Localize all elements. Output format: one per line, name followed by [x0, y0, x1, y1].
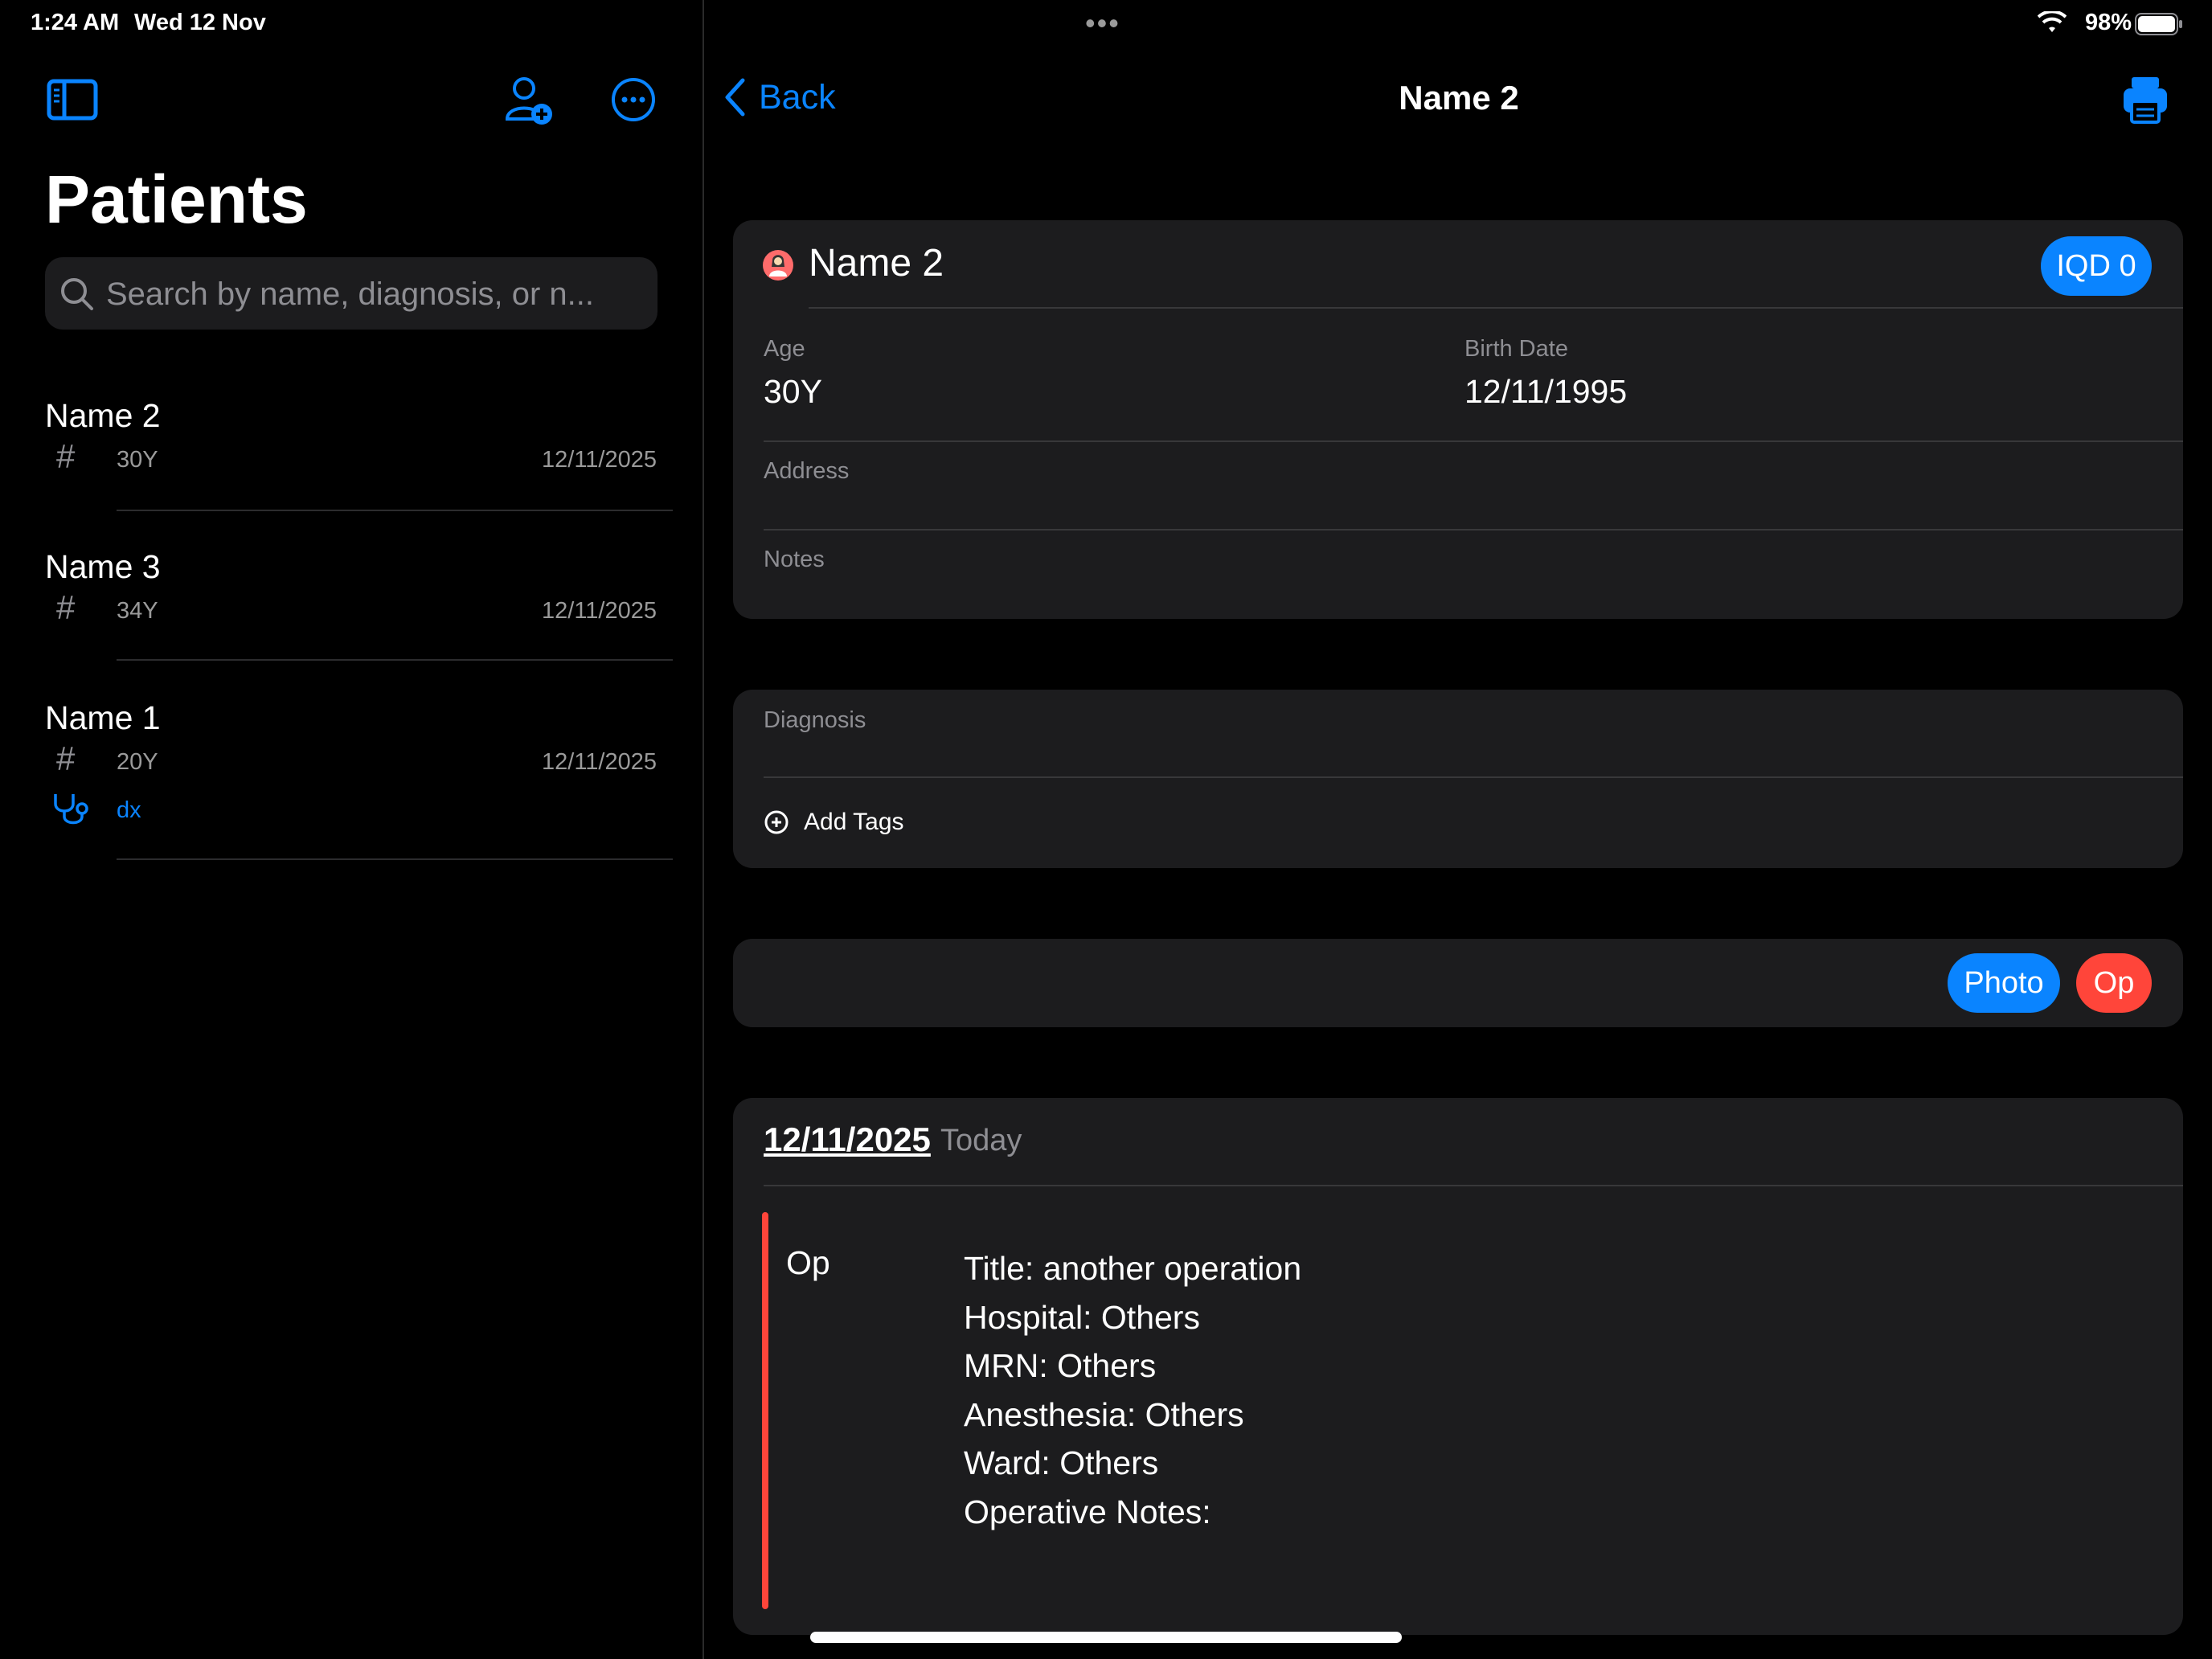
battery-percent: 98%: [2084, 10, 2132, 35]
patient-date: 12/11/2025: [542, 447, 657, 473]
entry-relative-date: Today: [940, 1124, 1022, 1157]
patient-date: 12/11/2025: [542, 749, 657, 775]
printer-icon[interactable]: [2122, 76, 2169, 124]
actions-card: Photo Op: [733, 939, 2183, 1027]
age-label: Age: [764, 336, 805, 362]
birth-date-value: 12/11/1995: [1464, 373, 1628, 410]
list-item-patient[interactable]: Name 3 # 34Y 12/11/2025: [0, 545, 703, 662]
nav-title: Name 2: [1399, 79, 1519, 117]
divider: [764, 440, 2183, 442]
entry-details[interactable]: Title: another operation Hospital: Other…: [964, 1244, 1301, 1536]
chevron-left-icon: [725, 78, 745, 117]
divider: [764, 776, 2183, 778]
patient-date: 12/11/2025: [542, 598, 657, 624]
address-label[interactable]: Address: [764, 458, 849, 485]
visit-entry-card: 12/11/2025 Today Op Title: another opera…: [733, 1098, 2183, 1635]
entry-line: Ward: Others: [964, 1444, 1159, 1481]
hash-icon: #: [56, 739, 76, 777]
divider: [764, 1185, 2183, 1186]
entry-line: Hospital: Others: [964, 1298, 1200, 1336]
hash-icon: #: [56, 588, 76, 626]
list-item-patient[interactable]: Name 1 # 20Y 12/11/2025 dx: [0, 696, 703, 865]
divider: [764, 529, 2183, 530]
op-button[interactable]: Op: [2076, 953, 2152, 1013]
patient-name: Name 3: [45, 548, 161, 585]
patient-name: Name 1: [45, 699, 161, 736]
patient-name: Name 2: [45, 397, 161, 434]
plus-circle-icon: [764, 810, 789, 834]
birth-date-label: Birth Date: [1464, 336, 1568, 362]
entry-line: Operative Notes:: [964, 1493, 1211, 1530]
add-tags-button[interactable]: Add Tags: [764, 809, 904, 836]
sidebar-toggle-icon[interactable]: [47, 79, 98, 121]
entry-line: MRN: Others: [964, 1347, 1157, 1384]
age-value: 30Y: [764, 373, 822, 410]
balance-badge[interactable]: IQD 0: [2041, 236, 2152, 296]
entry-line: Anesthesia: Others: [964, 1395, 1244, 1433]
wifi-icon: [2038, 11, 2067, 32]
divider: [117, 510, 673, 511]
entry-line: Title: another operation: [964, 1250, 1302, 1287]
diagnosis-label[interactable]: Diagnosis: [764, 707, 866, 734]
divider: [117, 858, 673, 860]
photo-button[interactable]: Photo: [1948, 953, 2060, 1013]
back-label: Back: [759, 77, 836, 117]
diagnosis-card: Diagnosis Add Tags: [733, 690, 2183, 868]
stethoscope-icon: [54, 794, 88, 825]
page-title: Patients: [45, 162, 308, 237]
entry-type: Op: [786, 1244, 830, 1281]
add-person-icon[interactable]: [505, 76, 555, 127]
hash-icon: #: [56, 437, 76, 475]
patient-age: 20Y: [117, 749, 158, 775]
patient-name-heading: Name 2: [809, 242, 944, 285]
home-indicator[interactable]: [810, 1632, 1402, 1643]
patient-age: 34Y: [117, 598, 158, 624]
search-icon: [61, 278, 93, 310]
list-item-patient[interactable]: Name 2 # 30Y 12/11/2025: [0, 394, 703, 511]
patient-female-icon: [763, 250, 793, 281]
search-bar[interactable]: [45, 257, 657, 331]
notes-label[interactable]: Notes: [764, 547, 825, 573]
patient-diagnosis: dx: [117, 797, 141, 823]
patient-age: 30Y: [117, 447, 158, 473]
op-indicator-bar: [762, 1212, 768, 1609]
search-input[interactable]: [104, 257, 646, 331]
divider: [809, 307, 2183, 309]
entry-date[interactable]: 12/11/2025: [764, 1120, 931, 1159]
patient-info-card: Name 2 IQD 0 Age 30Y Birth Date 12/11/19…: [733, 220, 2183, 619]
add-tags-label: Add Tags: [804, 809, 904, 835]
battery-icon: [2135, 13, 2182, 35]
back-button[interactable]: Back: [723, 77, 836, 117]
divider: [117, 659, 673, 661]
multitasking-dots[interactable]: •••: [1085, 6, 1120, 40]
more-icon[interactable]: [611, 77, 656, 122]
